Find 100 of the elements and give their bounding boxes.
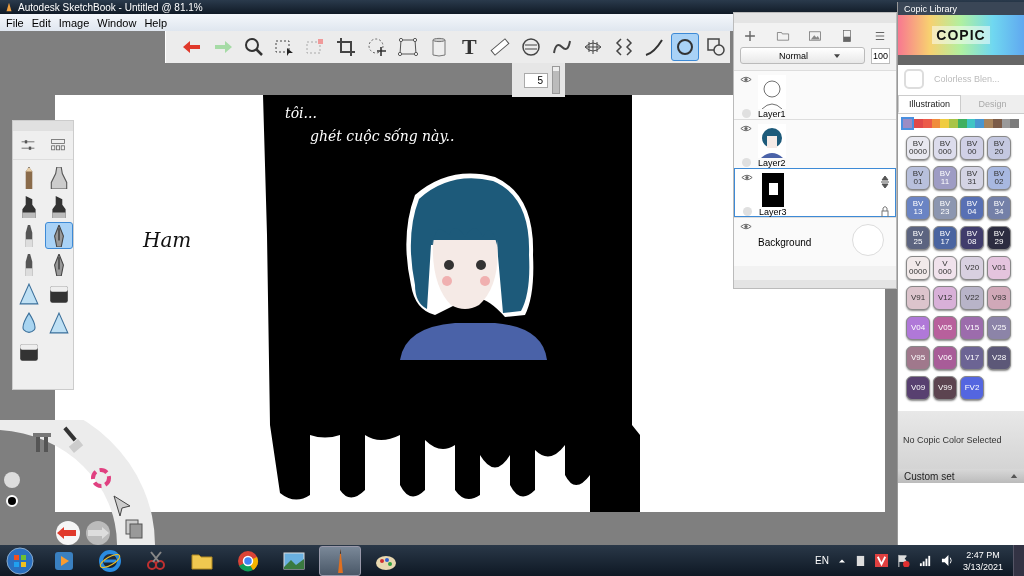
clock-time: 2:47 PM: [966, 548, 1000, 561]
color-family-chip[interactable]: [940, 119, 949, 128]
start-button[interactable]: [5, 545, 35, 576]
color-swatch[interactable]: BV 31: [960, 166, 984, 190]
size-slider[interactable]: [552, 66, 560, 94]
window-title: Autodesk SketchBook - Untitled @ 81.1%: [18, 1, 203, 13]
color-swatch[interactable]: V25: [987, 316, 1011, 340]
brush-icon[interactable]: [63, 426, 84, 453]
lock-toggle[interactable]: [741, 158, 751, 167]
layer-row[interactable]: Background: [734, 217, 896, 266]
color-swatch[interactable]: BV 13: [906, 196, 930, 220]
image-icon: [807, 29, 822, 43]
lock-toggle[interactable]: [742, 207, 752, 216]
color-family-chip[interactable]: [903, 119, 912, 128]
color-family-chip[interactable]: [957, 119, 967, 128]
color-swatch[interactable]: BV 0000: [906, 136, 930, 160]
menu-item[interactable]: Window: [93, 16, 141, 29]
tray-arrow-icon: [837, 557, 846, 564]
color-swatch[interactable]: BV 00: [960, 136, 984, 160]
color-swatch[interactable]: V91: [906, 286, 930, 310]
brush-button[interactable]: [45, 222, 73, 249]
brush-library-icon: [50, 137, 66, 153]
app-icon: [4, 2, 14, 12]
color-swatch[interactable]: V15: [960, 316, 984, 340]
color-swatch[interactable]: BV 04: [960, 196, 984, 220]
move-icon: [366, 37, 387, 57]
distort-icon: [397, 37, 418, 57]
color-family-chip[interactable]: [992, 119, 1002, 128]
opacity-field[interactable]: 100: [870, 47, 890, 64]
color-swatch[interactable]: V06: [933, 346, 957, 370]
color-family-chip[interactable]: [922, 119, 932, 128]
color-swatch[interactable]: [6, 495, 18, 507]
brush-size-field[interactable]: 5: [524, 72, 548, 88]
color-swatch[interactable]: FV2: [960, 376, 984, 400]
text-tool-button[interactable]: T: [455, 33, 484, 61]
handwritten-text: ghét cuộc sống này..: [310, 128, 455, 144]
layer-row[interactable]: Layer2: [734, 119, 896, 168]
color-swatch[interactable]: BV 20: [987, 136, 1011, 160]
add-layer-icon: [743, 29, 758, 43]
wrench-icon[interactable]: [33, 433, 51, 452]
sliders-icon: [20, 137, 36, 153]
color-swatch[interactable]: BV 08: [960, 226, 984, 250]
folder-icon: [775, 29, 790, 43]
undo-button[interactable]: [56, 521, 80, 545]
ellipse-tool-button[interactable]: [671, 33, 700, 61]
flag-icon: [896, 554, 910, 567]
color-swatch[interactable]: V05: [933, 316, 957, 340]
library-tab[interactable]: Illustration: [898, 95, 961, 113]
triangle-icon: [48, 311, 70, 334]
layers-icon[interactable]: [125, 519, 143, 539]
color-swatch[interactable]: BV 02: [987, 166, 1011, 190]
color-family-chip[interactable]: [966, 119, 976, 128]
move-layer-icon: [880, 175, 890, 189]
color-family-chip[interactable]: [975, 119, 984, 128]
background-color-swatch[interactable]: [852, 224, 884, 256]
color-family-chip[interactable]: [949, 119, 958, 128]
menu-item[interactable]: Help: [140, 16, 172, 29]
color-wheel-icon[interactable]: [91, 468, 111, 488]
menu-item[interactable]: Edit: [27, 16, 55, 29]
handwritten-text: tôi...: [285, 105, 317, 121]
symmetry-icon: [613, 37, 634, 57]
color-swatch[interactable]: V99: [933, 376, 957, 400]
menu-item[interactable]: Image: [54, 16, 94, 29]
color-family-chip[interactable]: [1001, 119, 1011, 128]
color-swatch[interactable]: V01: [987, 256, 1011, 280]
color-swatch[interactable]: V09: [906, 376, 930, 400]
lock-toggle[interactable]: [741, 109, 751, 118]
color-swatch[interactable]: V20: [960, 256, 984, 280]
layer-row[interactable]: Layer1: [734, 70, 896, 119]
color-swatch[interactable]: BV 17: [933, 226, 957, 250]
color-swatch[interactable]: BV 01: [906, 166, 930, 190]
color-family-chip[interactable]: [1010, 119, 1019, 128]
clipboard-icon: [854, 554, 866, 567]
zoom-icon: [243, 37, 264, 57]
color-family-chip[interactable]: [931, 119, 941, 128]
color-swatch[interactable]: V 000: [933, 256, 957, 280]
cursor-arrow-icon[interactable]: [113, 495, 131, 517]
layer-row[interactable]: Layer3: [734, 168, 896, 217]
color-swatch[interactable]: V12: [933, 286, 957, 310]
blend-mode-dropdown[interactable]: Normal: [740, 47, 865, 64]
color-swatch[interactable]: V28: [987, 346, 1011, 370]
color-swatch[interactable]: V17: [960, 346, 984, 370]
stroke-icon: [644, 37, 665, 57]
color-swatch[interactable]: BV 000: [933, 136, 957, 160]
color-swatch[interactable]: V95: [906, 346, 930, 370]
blender-swatch[interactable]: [904, 69, 924, 89]
color-swatch[interactable]: V93: [987, 286, 1011, 310]
panel-title: Copic Library: [904, 3, 958, 14]
color-swatch[interactable]: BV 25: [906, 226, 930, 250]
ellipse-guide-icon: [521, 37, 541, 57]
color-family-chip[interactable]: [984, 119, 993, 128]
color-swatch[interactable]: BV 34: [987, 196, 1011, 220]
language-indicator[interactable]: EN: [815, 555, 829, 566]
color-swatch[interactable]: V 0000: [906, 256, 930, 280]
color-swatch[interactable]: BV 29: [987, 226, 1011, 250]
menu-item[interactable]: File: [2, 16, 28, 29]
clear-selection-icon: [305, 37, 326, 57]
color-swatch[interactable]: V22: [960, 286, 984, 310]
crop-icon: [336, 37, 357, 57]
color-family-chip[interactable]: [914, 119, 923, 128]
